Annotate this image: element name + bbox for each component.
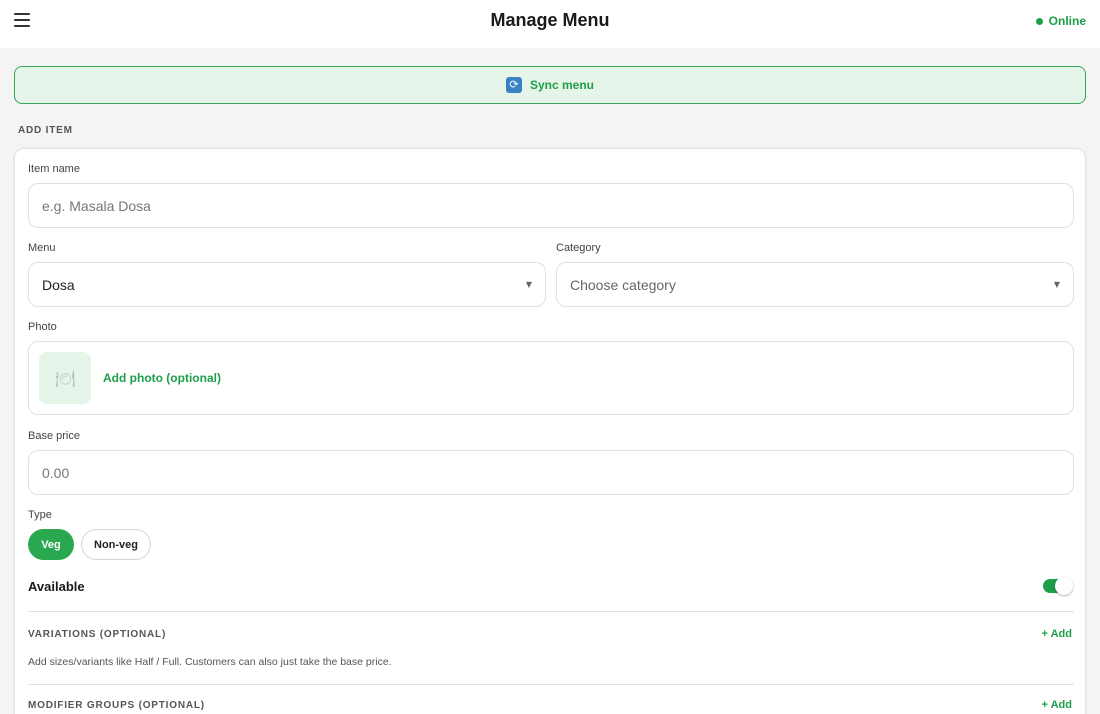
online-status: Online bbox=[1035, 14, 1086, 28]
add-photo-area[interactable]: 🍽 Add photo (optional) bbox=[28, 341, 1074, 415]
add-item-section-label: ADD ITEM bbox=[18, 125, 73, 136]
photo-placeholder-icon: 🍽 bbox=[39, 352, 91, 404]
variations-hint: Add sizes/variants like Half / Full. Cus… bbox=[28, 656, 392, 668]
divider bbox=[28, 684, 1074, 685]
menu-label: Menu bbox=[28, 242, 56, 254]
type-label: Type bbox=[28, 509, 52, 521]
chevron-down-icon: ▼ bbox=[525, 280, 532, 289]
menu-select-value: Dosa bbox=[42, 276, 75, 293]
base-price-field[interactable] bbox=[28, 450, 1074, 495]
base-price-label: Base price bbox=[28, 430, 80, 442]
add-photo-label: Add photo (optional) bbox=[103, 371, 221, 385]
status-dot-icon bbox=[1035, 17, 1043, 25]
photo-label: Photo bbox=[28, 321, 57, 333]
page-title: Manage Menu bbox=[490, 10, 610, 30]
available-toggle[interactable] bbox=[1043, 577, 1073, 595]
divider bbox=[28, 611, 1074, 612]
type-chip-non-veg[interactable]: Non-veg bbox=[81, 529, 151, 560]
sync-icon: ⟳ bbox=[505, 77, 522, 93]
sync-menu-label: Sync menu bbox=[529, 78, 595, 92]
item-name-field[interactable] bbox=[28, 183, 1074, 228]
category-label: Category bbox=[556, 242, 601, 254]
item-name-label: Item name bbox=[28, 163, 80, 175]
add-modifier-group-button[interactable]: + Add bbox=[1042, 699, 1072, 711]
add-item-card: Item name Menu Dosa ▼ Category Choose ca… bbox=[14, 148, 1086, 714]
item-name-input[interactable] bbox=[42, 197, 1060, 214]
menu-select[interactable]: Dosa ▼ bbox=[28, 262, 546, 307]
modifier-groups-title: MODIFIER GROUPS (OPTIONAL) bbox=[28, 700, 205, 711]
status-label: Online bbox=[1048, 14, 1086, 28]
variations-title: VARIATIONS (OPTIONAL) bbox=[28, 629, 167, 640]
category-select[interactable]: Choose category ▼ bbox=[556, 262, 1074, 307]
chevron-down-icon: ▼ bbox=[1053, 280, 1060, 289]
top-bar: Manage Menu Online bbox=[0, 0, 1100, 48]
base-price-input[interactable] bbox=[42, 464, 1060, 481]
type-chip-veg[interactable]: Veg bbox=[28, 529, 74, 560]
toggle-knob bbox=[1055, 577, 1073, 595]
available-label: Available bbox=[28, 579, 85, 594]
sync-menu-button[interactable]: ⟳ Sync menu bbox=[14, 66, 1086, 104]
add-variation-button[interactable]: + Add bbox=[1042, 628, 1072, 640]
category-select-placeholder: Choose category bbox=[570, 276, 676, 293]
